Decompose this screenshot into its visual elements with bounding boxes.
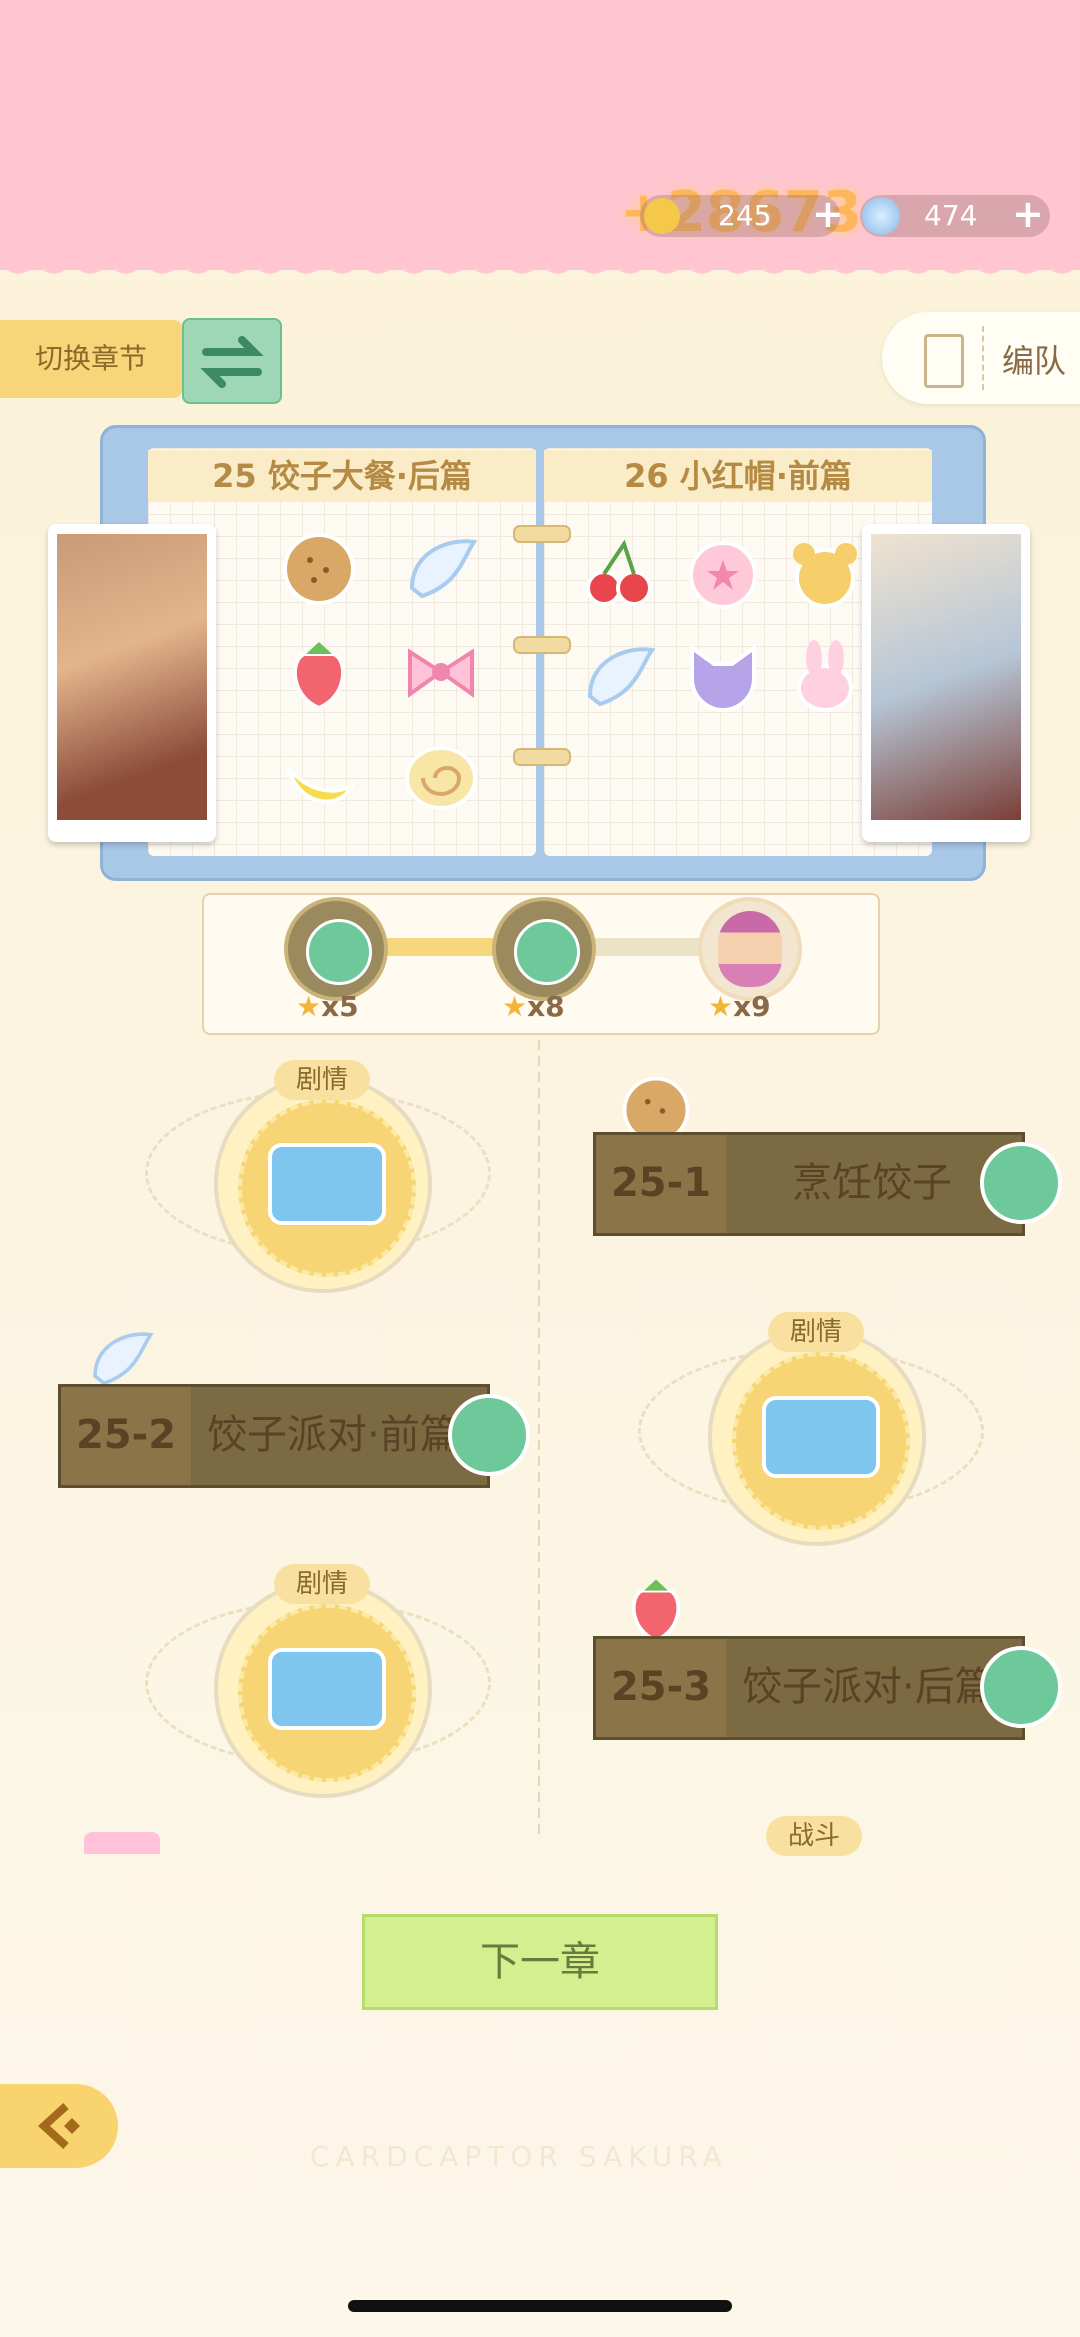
- battle-tag: 战斗: [766, 1816, 862, 1856]
- reward-node-3[interactable]: [698, 897, 802, 1001]
- sakura-icon: [689, 541, 757, 609]
- stage-path-line: [538, 1040, 540, 1840]
- cookie-icon: [283, 533, 355, 605]
- stage-25-3[interactable]: 25-3 饺子派对·后篇: [593, 1636, 1025, 1740]
- binder-ring: [513, 636, 571, 654]
- wing-icon: [587, 647, 656, 707]
- check-icon: [514, 919, 580, 985]
- chapter-title-left: 25 饺子大餐·后篇: [148, 450, 536, 502]
- video-camera-icon: [762, 1396, 880, 1478]
- stage-number: 25-2: [61, 1387, 191, 1485]
- video-camera-icon: [268, 1143, 386, 1225]
- story-node-3[interactable]: [214, 1580, 432, 1798]
- star-icon: ★: [296, 990, 322, 1023]
- stage-name: 饺子派对·前篇: [207, 1412, 460, 1458]
- card-icon: [924, 334, 964, 388]
- reward-stars-3: ★x9: [708, 990, 771, 1023]
- cherry-icon: [586, 539, 652, 606]
- story-tag: 剧情: [274, 1060, 370, 1100]
- gem-icon: [862, 197, 900, 235]
- bow-icon: [408, 648, 474, 698]
- video-camera-icon: [268, 1648, 386, 1730]
- stage-name: 饺子派对·后篇: [742, 1664, 995, 1710]
- reward-node-1[interactable]: [284, 897, 388, 1001]
- story-illustration: [871, 534, 1021, 820]
- binder-ring: [513, 748, 571, 766]
- star-icon: ★: [708, 990, 734, 1023]
- character-avatar-icon: [718, 911, 782, 987]
- cleared-check-icon: [980, 1646, 1062, 1728]
- add-gem-button[interactable]: +: [1012, 193, 1044, 235]
- switch-chapter-button[interactable]: 切换章节: [0, 320, 182, 398]
- story-tag: 剧情: [274, 1564, 370, 1604]
- check-icon: [306, 919, 372, 985]
- add-coin-button[interactable]: +: [812, 193, 844, 235]
- stage-25-1[interactable]: 25-1 烹饪饺子: [593, 1132, 1025, 1236]
- divider: [982, 326, 984, 390]
- coin-icon: [644, 198, 680, 234]
- bear-icon: [793, 543, 857, 608]
- strawberry-icon: [292, 642, 346, 711]
- coin-counter: 245 +: [640, 193, 844, 237]
- stage-name: 烹饪饺子: [792, 1160, 952, 1206]
- coin-value: 245: [718, 199, 772, 232]
- chapter-title-right: 26 小红帽·前篇: [544, 450, 932, 502]
- star-count: x5: [321, 990, 359, 1023]
- wing-icon: [409, 539, 478, 599]
- story-tag: 剧情: [768, 1312, 864, 1352]
- next-chapter-button[interactable]: 下一章: [362, 1914, 718, 2010]
- home-indicator[interactable]: [348, 2300, 732, 2312]
- reward-stars-2: ★x8: [502, 990, 565, 1023]
- stage-25-2[interactable]: 25-2 饺子派对·前篇: [58, 1384, 490, 1488]
- watermark: CARDCAPTOR SAKURA: [310, 2140, 728, 2173]
- stage-number: 25-1: [596, 1135, 726, 1233]
- banana-icon: [286, 766, 357, 804]
- story-node-1[interactable]: [214, 1075, 432, 1293]
- bunny-icon: [797, 640, 853, 712]
- stage-number: 25-3: [596, 1639, 726, 1737]
- star-icon: ★: [502, 990, 528, 1023]
- story-illustration: [57, 534, 207, 820]
- chapter-photo-right[interactable]: [862, 524, 1030, 842]
- binder-ring: [513, 525, 571, 543]
- star-count: x8: [527, 990, 565, 1023]
- star-count: x9: [733, 990, 771, 1023]
- cat-mask-icon: [690, 644, 756, 713]
- back-button[interactable]: [0, 2084, 118, 2168]
- gem-counter: 474 +: [860, 193, 1050, 237]
- back-arrow-icon: [38, 2103, 80, 2149]
- switch-arrows-icon[interactable]: [182, 318, 282, 404]
- cleared-check-icon: [448, 1394, 530, 1476]
- chapter-photo-left[interactable]: [48, 524, 216, 842]
- gem-value: 474: [924, 199, 978, 232]
- team-label: 编队: [1002, 342, 1067, 380]
- cleared-check-icon: [980, 1142, 1062, 1224]
- reward-stars-1: ★x5: [296, 990, 359, 1023]
- reward-node-2[interactable]: [492, 897, 596, 1001]
- roll-cake-icon: [405, 746, 477, 810]
- story-node-2[interactable]: [708, 1328, 926, 1546]
- bow-icon: [84, 1832, 160, 1854]
